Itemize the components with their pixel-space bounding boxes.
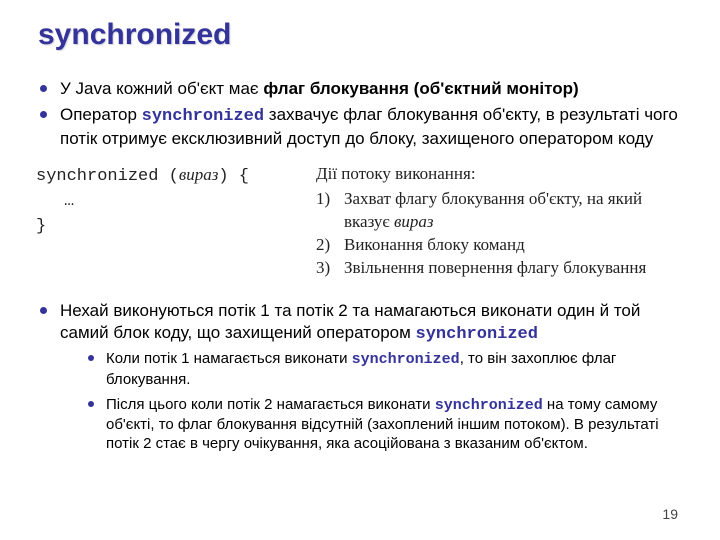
exec-step-1-text: Захват флагу блокування об'єкту, на який…	[344, 188, 682, 234]
exec-step-1-txt-i: вираз	[394, 212, 434, 231]
exec-step-3: 3) Звільнення повернення флагу блокуванн…	[316, 257, 682, 280]
bullet-1: У Java кожний об'єкт має флаг блокування…	[38, 78, 682, 100]
execution-steps: Дії потоку виконання: 1) Захват флагу бл…	[316, 163, 682, 280]
bullet-2-keyword: synchronized	[142, 107, 264, 126]
bullet-3-keyword: synchronized	[416, 325, 538, 344]
code-line-2: …	[36, 190, 316, 215]
sub-list: Коли потік 1 намагається виконати synchr…	[60, 349, 682, 453]
page-number: 19	[662, 506, 678, 522]
middle-columns: synchronized (вираз) { … } Дії потоку ви…	[36, 163, 682, 280]
sub-2-keyword: synchronized	[435, 397, 543, 414]
bullet-list: У Java кожний об'єкт має флаг блокування…	[38, 78, 682, 149]
bullet-1-text: У Java кожний об'єкт має	[60, 79, 263, 98]
exec-step-2-num: 2)	[316, 234, 344, 257]
code-example: synchronized (вираз) { … }	[36, 163, 316, 280]
exec-step-1-txt-a: Захват флагу блокування об'єкту, на який…	[344, 189, 642, 231]
exec-step-3-num: 3)	[316, 257, 344, 280]
exec-header: Дії потоку виконання:	[316, 163, 682, 186]
exec-step-3-txt-a: Звільнення повернення флагу блокування	[344, 258, 646, 277]
code-line-3: }	[36, 215, 316, 240]
code-keyword: synchronized	[36, 167, 158, 186]
slide-title: synchronized	[38, 18, 682, 52]
slide: synchronized У Java кожний об'єкт має фл…	[0, 0, 720, 540]
bullet-3: Нехай виконуються потік 1 та потік 2 та …	[38, 300, 682, 453]
bullet-3-pre: Нехай виконуються потік 1 та потік 2 та …	[60, 301, 640, 342]
exec-step-3-text: Звільнення повернення флагу блокування	[344, 257, 682, 280]
exec-step-1: 1) Захват флагу блокування об'єкту, на я…	[316, 188, 682, 234]
sub-1-pre: Коли потік 1 намагається виконати	[106, 350, 352, 367]
exec-step-1-num: 1)	[316, 188, 344, 234]
bullet-list-2: Нехай виконуються потік 1 та потік 2 та …	[38, 300, 682, 453]
code-expr: вираз	[179, 165, 219, 184]
sub-bullet-2: Після цього коли потік 2 намагається вик…	[86, 395, 682, 454]
code-paren-open: (	[158, 167, 178, 186]
bullet-1-bold: флаг блокування (об'єктний монітор)	[263, 79, 578, 98]
exec-step-2-txt-a: Виконання блоку команд	[344, 235, 525, 254]
exec-step-2: 2) Виконання блоку команд	[316, 234, 682, 257]
sub-bullet-1: Коли потік 1 намагається виконати synchr…	[86, 349, 682, 388]
bullet-2: Оператор synchronized захвачує флаг блок…	[38, 104, 682, 150]
sub-1-keyword: synchronized	[352, 351, 460, 368]
sub-2-pre: Після цього коли потік 2 намагається вик…	[106, 396, 435, 413]
code-paren-close: ) {	[218, 167, 249, 186]
exec-step-2-text: Виконання блоку команд	[344, 234, 682, 257]
code-line-1: synchronized (вираз) {	[36, 163, 316, 190]
bullet-2-pre: Оператор	[60, 105, 142, 124]
